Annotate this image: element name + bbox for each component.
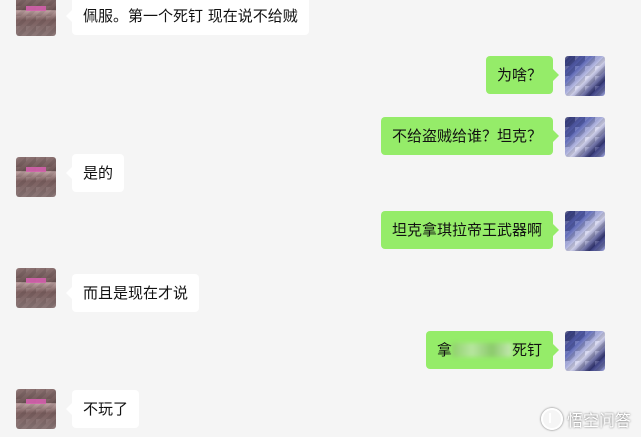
message-bubble-outgoing: 拿 死钉 [425, 331, 560, 369]
message-text-before: 拿 [436, 341, 452, 359]
user-avatar[interactable] [565, 56, 605, 96]
message-text: 而且是现在才说 [83, 284, 189, 302]
contact-avatar[interactable] [16, 268, 56, 308]
message-text: 佩服。第一个死钉 现在说不给贼 [83, 7, 298, 25]
message-text: 不给盗贼给谁？坦克？ [391, 127, 542, 145]
message-bubble-outgoing: 不给盗贼给谁？坦克？ [380, 117, 560, 155]
message-text: 是的 [83, 164, 114, 182]
user-avatar[interactable] [565, 117, 605, 157]
watermark: 悟空问答 [540, 407, 631, 431]
wukong-logo-icon [540, 408, 563, 430]
watermark-text: 悟空问答 [566, 411, 631, 430]
contact-avatar[interactable] [16, 157, 56, 197]
message-bubble-incoming: 是的 [65, 154, 125, 192]
redacted-text [451, 343, 512, 357]
user-avatar[interactable] [565, 331, 605, 371]
message-text: 坦克拿琪拉帝王武器啊 [391, 221, 542, 239]
message-text: 为啥？ [496, 66, 542, 84]
message-bubble-incoming: 而且是现在才说 [65, 274, 200, 312]
message-bubble-outgoing: 坦克拿琪拉帝王武器啊 [380, 211, 560, 249]
message-bubble-incoming: 佩服。第一个死钉 现在说不给贼 [66, 0, 309, 35]
user-avatar[interactable] [565, 211, 605, 251]
message-text-after: 死钉 [511, 341, 542, 359]
message-bubble-outgoing: 为啥？ [485, 56, 560, 94]
contact-avatar[interactable] [16, 389, 56, 429]
contact-avatar[interactable] [16, 0, 56, 36]
message-bubble-incoming: 不玩了 [65, 390, 140, 428]
message-text: 不玩了 [83, 400, 129, 418]
